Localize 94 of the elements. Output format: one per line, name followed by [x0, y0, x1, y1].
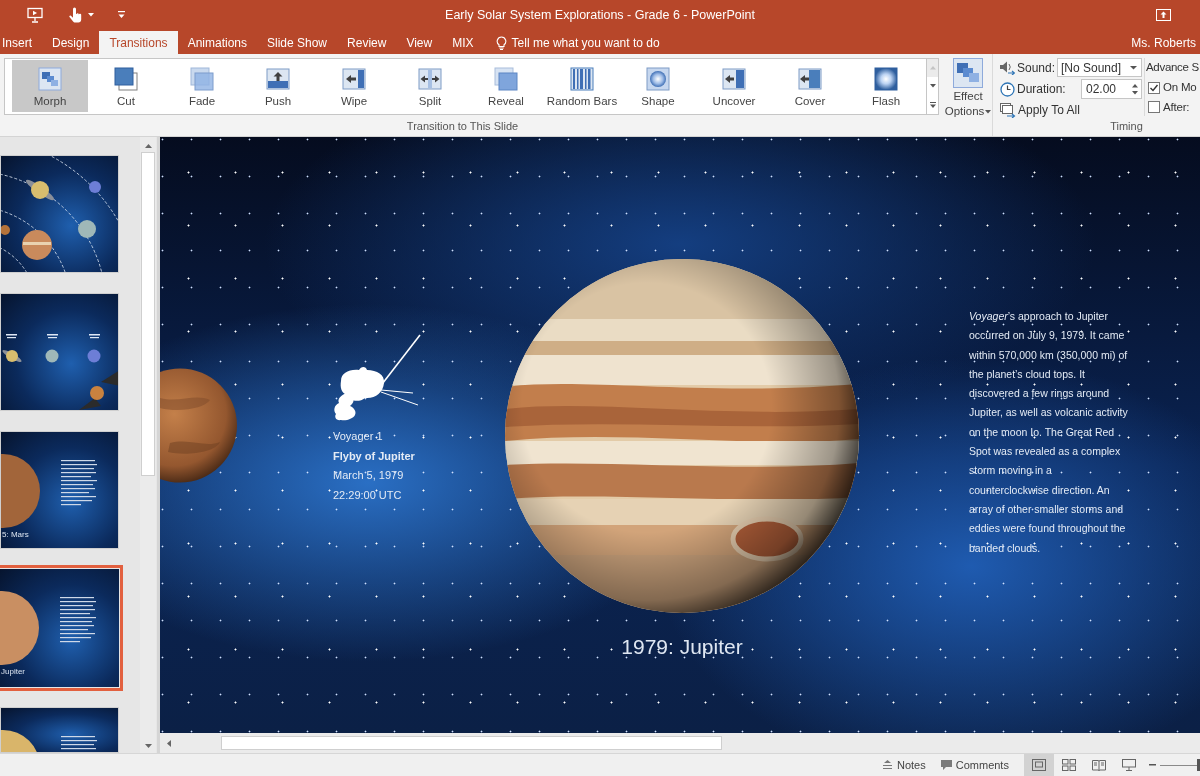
stacked-slides-icon	[1000, 102, 1016, 118]
field-label: Sound:	[1017, 59, 1056, 77]
transition-option[interactable]: Cut	[88, 60, 164, 112]
ribbon-tab[interactable]: Transitions	[99, 31, 178, 54]
checkbox[interactable]	[1148, 101, 1160, 114]
gallery-scroll-button[interactable]	[927, 95, 939, 114]
overlapping-squares-icon	[494, 67, 518, 91]
section-label: Advance S	[1146, 60, 1199, 75]
scrollbar-thumb[interactable]	[221, 736, 722, 750]
book-icon	[1091, 759, 1106, 771]
text-lines-drawing	[61, 460, 97, 506]
spacecraft-name: Voyager 1	[333, 429, 383, 444]
spacecraft-icon	[333, 333, 423, 423]
customize-arrow-icon[interactable]	[118, 11, 125, 19]
checkbox-label[interactable]: On Mo	[1163, 79, 1197, 97]
clock-icon	[1000, 81, 1015, 97]
scrollbar-thumb[interactable]	[141, 152, 155, 476]
projector-screen-icon	[1121, 759, 1136, 771]
ribbon-tab[interactable]: Slide Show	[257, 31, 338, 54]
lightbulb-icon	[495, 35, 507, 50]
ribbon-tab[interactable]: Insert	[0, 31, 42, 54]
notes-button[interactable]: Notes	[882, 755, 926, 775]
slide-thumbnail[interactable]	[0, 707, 119, 753]
ribbon-tab[interactable]: Design	[42, 31, 100, 54]
view-button[interactable]	[1023, 754, 1054, 776]
ribbon-tab[interactable]: Animations	[177, 31, 257, 54]
gallery-scroll-button[interactable]	[927, 77, 939, 96]
event-date: March 5, 1979	[333, 468, 404, 483]
slide-caption: 5: Mars	[2, 530, 29, 540]
hand-icon[interactable]	[68, 7, 82, 23]
checkmark-icon	[1149, 82, 1159, 93]
caret-left-icon	[166, 739, 171, 747]
transition-option[interactable]: Cover	[772, 60, 848, 112]
faded-squares-icon	[190, 67, 214, 91]
caret-down-icon	[1130, 65, 1137, 70]
transition-option[interactable]: Reveal	[468, 60, 544, 112]
ribbon-tab[interactable]: MIX	[442, 31, 484, 54]
caret-up-icon	[144, 143, 152, 148]
transition-option[interactable]: Random Bars	[544, 60, 620, 112]
field-label: Duration:	[1017, 81, 1066, 98]
account-name[interactable]: Ms. Roberts	[1131, 31, 1200, 54]
tell-me-search[interactable]: Tell me what you want to do	[495, 31, 660, 54]
slide-thumbnail[interactable]	[0, 155, 119, 273]
up-arrow-box-icon[interactable]	[1156, 9, 1171, 21]
description-paragraph: Voyager’s approach to Jupiter occurred on July 9, 1979. It came within 570,000 km (350,000 mi) of the planet’s cloud tops. It discovered a few rings around Jupiter, as well as volcanic activity on the moon Io. The Great Red Spot was revealed as a complex storm moving in a counterclockwise direction. An array of other smaller storms and eddies were found throughout the banded clouds.	[969, 309, 1129, 556]
text-lines-drawing	[60, 597, 96, 643]
speaker-icon	[999, 60, 1015, 75]
caret-down-icon	[985, 109, 992, 114]
caret-up-icon	[929, 66, 936, 71]
transition-option[interactable]: Split	[392, 60, 468, 112]
glow-icon	[874, 67, 898, 91]
ribbon-tab[interactable]: View	[396, 31, 443, 54]
grid-icon	[1061, 759, 1076, 771]
presentation-icon[interactable]	[27, 7, 43, 23]
vertical-bars-icon	[570, 67, 594, 91]
morphing-squares-icon	[38, 67, 62, 91]
checkbox[interactable]	[1148, 81, 1160, 94]
ribbon-tab[interactable]: Review	[337, 31, 397, 54]
transition-option[interactable]: Flash	[848, 60, 924, 112]
caret-down-icon	[144, 743, 152, 748]
group-label: Transition to This Slide	[406, 118, 519, 134]
transition-option[interactable]: Morph	[12, 60, 88, 112]
event-time: 22:29:00 UTC	[333, 487, 402, 503]
slide-thumbnail[interactable]	[0, 293, 119, 411]
effect-options-button[interactable]: Effect Options	[944, 58, 992, 120]
overlapping-squares-icon	[953, 58, 983, 88]
minus-icon	[1149, 764, 1157, 766]
comment-icon	[939, 759, 953, 771]
duration-spinner[interactable]: 02.00	[1081, 79, 1142, 99]
caret-down-icon[interactable]	[88, 13, 94, 17]
transition-option[interactable]: Push	[240, 60, 316, 112]
transition-option[interactable]: Uncover	[696, 60, 772, 112]
group-label: Timing	[1110, 118, 1143, 134]
more-arrow-icon	[929, 101, 936, 108]
sound-dropdown[interactable]: [No Sound]	[1057, 58, 1142, 77]
transition-option[interactable]: Shape	[620, 60, 696, 112]
checkbox-label[interactable]: After:	[1163, 98, 1190, 116]
zoom-slider-thumb[interactable]	[1196, 759, 1200, 771]
transition-option[interactable]: Wipe	[316, 60, 392, 112]
caret-down-icon	[929, 84, 936, 89]
comments-button[interactable]: Comments	[939, 755, 1009, 775]
split-arrows-icon	[418, 67, 442, 91]
caret-up-icon[interactable]	[1132, 83, 1138, 88]
normal-view-icon	[1031, 759, 1046, 771]
event-title: Flyby of Jupiter	[333, 448, 415, 464]
slide-caption: 1979: Jupiter	[621, 634, 743, 660]
slide-caption: Jupiter	[1, 667, 25, 677]
transition-option[interactable]: Fade	[164, 60, 240, 112]
notes-icon	[882, 760, 893, 770]
slide-thumbnail[interactable]: 5: Mars	[0, 431, 119, 549]
window-title: Early Solar System Explorations - Grade 6 - PowerPoint	[445, 6, 755, 24]
caret-down-icon[interactable]	[1132, 90, 1138, 95]
stacked-squares-icon	[114, 67, 138, 91]
apply-to-all-button[interactable]: Apply To All	[999, 101, 1080, 119]
